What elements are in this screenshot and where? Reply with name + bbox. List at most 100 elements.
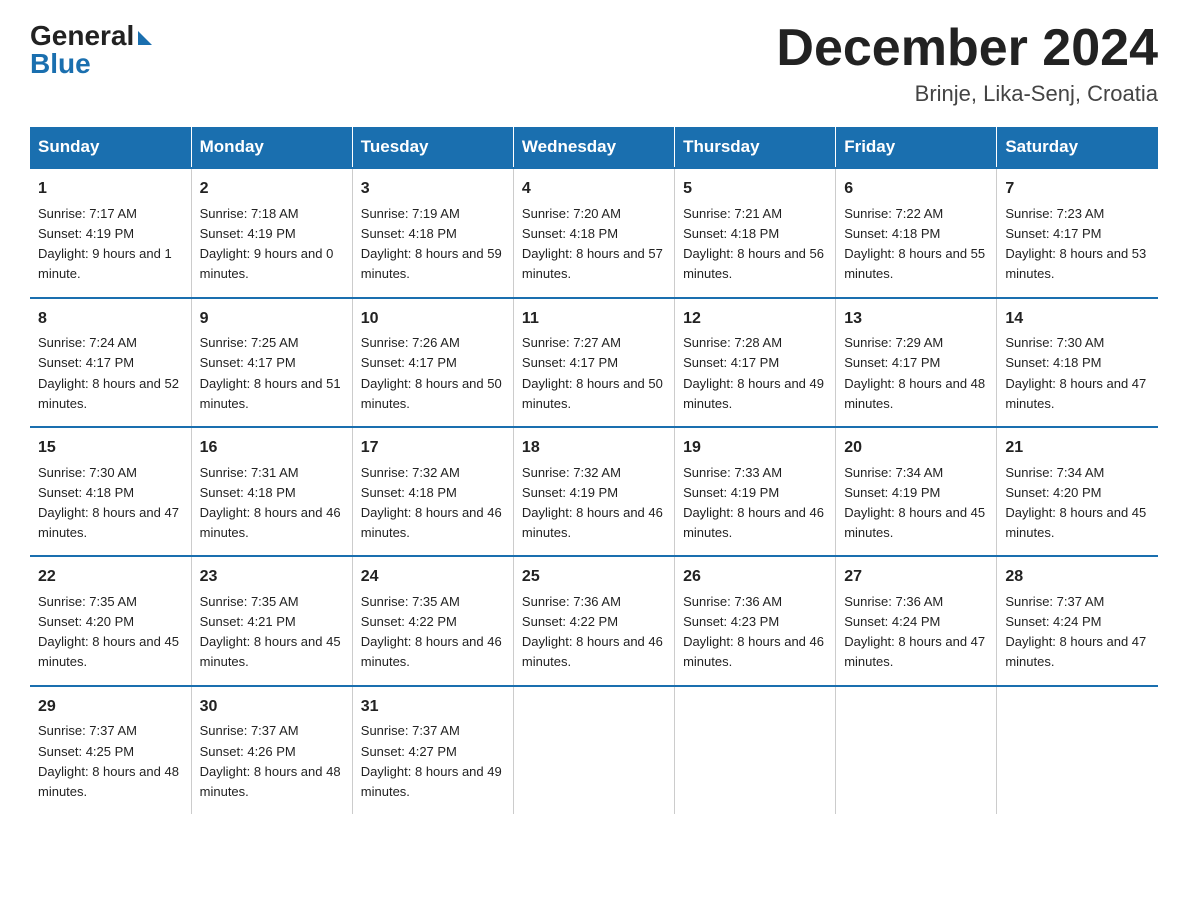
day-number: 12 xyxy=(683,307,827,332)
day-number: 16 xyxy=(200,436,344,461)
day-info: Sunrise: 7:33 AMSunset: 4:19 PMDaylight:… xyxy=(683,463,827,544)
table-row: 2Sunrise: 7:18 AMSunset: 4:19 PMDaylight… xyxy=(191,168,352,297)
day-info: Sunrise: 7:29 AMSunset: 4:17 PMDaylight:… xyxy=(844,333,988,414)
table-row: 29Sunrise: 7:37 AMSunset: 4:25 PMDayligh… xyxy=(30,686,191,814)
day-number: 20 xyxy=(844,436,988,461)
day-info: Sunrise: 7:37 AMSunset: 4:27 PMDaylight:… xyxy=(361,721,505,802)
day-info: Sunrise: 7:32 AMSunset: 4:19 PMDaylight:… xyxy=(522,463,666,544)
table-row: 28Sunrise: 7:37 AMSunset: 4:24 PMDayligh… xyxy=(997,556,1158,685)
calendar-week-row: 29Sunrise: 7:37 AMSunset: 4:25 PMDayligh… xyxy=(30,686,1158,814)
day-number: 15 xyxy=(38,436,183,461)
table-row: 4Sunrise: 7:20 AMSunset: 4:18 PMDaylight… xyxy=(513,168,674,297)
day-info: Sunrise: 7:36 AMSunset: 4:24 PMDaylight:… xyxy=(844,592,988,673)
table-row: 9Sunrise: 7:25 AMSunset: 4:17 PMDaylight… xyxy=(191,298,352,427)
day-number: 3 xyxy=(361,177,505,202)
calendar-table: Sunday Monday Tuesday Wednesday Thursday… xyxy=(30,127,1158,814)
table-row: 27Sunrise: 7:36 AMSunset: 4:24 PMDayligh… xyxy=(836,556,997,685)
day-number: 17 xyxy=(361,436,505,461)
table-row xyxy=(997,686,1158,814)
day-number: 28 xyxy=(1005,565,1150,590)
table-row: 13Sunrise: 7:29 AMSunset: 4:17 PMDayligh… xyxy=(836,298,997,427)
day-info: Sunrise: 7:24 AMSunset: 4:17 PMDaylight:… xyxy=(38,333,183,414)
day-info: Sunrise: 7:34 AMSunset: 4:20 PMDaylight:… xyxy=(1005,463,1150,544)
title-block: December 2024 Brinje, Lika-Senj, Croatia xyxy=(776,20,1158,107)
day-number: 14 xyxy=(1005,307,1150,332)
col-sunday: Sunday xyxy=(30,127,191,168)
table-row: 3Sunrise: 7:19 AMSunset: 4:18 PMDaylight… xyxy=(352,168,513,297)
day-number: 4 xyxy=(522,177,666,202)
day-number: 9 xyxy=(200,307,344,332)
day-info: Sunrise: 7:37 AMSunset: 4:25 PMDaylight:… xyxy=(38,721,183,802)
day-number: 26 xyxy=(683,565,827,590)
day-number: 6 xyxy=(844,177,988,202)
table-row: 11Sunrise: 7:27 AMSunset: 4:17 PMDayligh… xyxy=(513,298,674,427)
day-number: 8 xyxy=(38,307,183,332)
day-info: Sunrise: 7:20 AMSunset: 4:18 PMDaylight:… xyxy=(522,204,666,285)
table-row: 12Sunrise: 7:28 AMSunset: 4:17 PMDayligh… xyxy=(675,298,836,427)
col-thursday: Thursday xyxy=(675,127,836,168)
day-info: Sunrise: 7:35 AMSunset: 4:20 PMDaylight:… xyxy=(38,592,183,673)
day-info: Sunrise: 7:36 AMSunset: 4:22 PMDaylight:… xyxy=(522,592,666,673)
table-row: 22Sunrise: 7:35 AMSunset: 4:20 PMDayligh… xyxy=(30,556,191,685)
day-info: Sunrise: 7:37 AMSunset: 4:26 PMDaylight:… xyxy=(200,721,344,802)
day-number: 5 xyxy=(683,177,827,202)
day-number: 24 xyxy=(361,565,505,590)
day-info: Sunrise: 7:35 AMSunset: 4:22 PMDaylight:… xyxy=(361,592,505,673)
day-number: 21 xyxy=(1005,436,1150,461)
calendar-header-row: Sunday Monday Tuesday Wednesday Thursday… xyxy=(30,127,1158,168)
table-row: 31Sunrise: 7:37 AMSunset: 4:27 PMDayligh… xyxy=(352,686,513,814)
day-number: 27 xyxy=(844,565,988,590)
day-number: 22 xyxy=(38,565,183,590)
table-row: 21Sunrise: 7:34 AMSunset: 4:20 PMDayligh… xyxy=(997,427,1158,556)
table-row: 18Sunrise: 7:32 AMSunset: 4:19 PMDayligh… xyxy=(513,427,674,556)
logo: General Blue xyxy=(30,20,152,80)
day-info: Sunrise: 7:30 AMSunset: 4:18 PMDaylight:… xyxy=(1005,333,1150,414)
day-info: Sunrise: 7:27 AMSunset: 4:17 PMDaylight:… xyxy=(522,333,666,414)
day-number: 11 xyxy=(522,307,666,332)
day-number: 2 xyxy=(200,177,344,202)
day-number: 19 xyxy=(683,436,827,461)
table-row: 14Sunrise: 7:30 AMSunset: 4:18 PMDayligh… xyxy=(997,298,1158,427)
logo-blue-text: Blue xyxy=(30,48,91,80)
table-row: 10Sunrise: 7:26 AMSunset: 4:17 PMDayligh… xyxy=(352,298,513,427)
table-row: 17Sunrise: 7:32 AMSunset: 4:18 PMDayligh… xyxy=(352,427,513,556)
table-row xyxy=(836,686,997,814)
location: Brinje, Lika-Senj, Croatia xyxy=(776,81,1158,107)
page-header: General Blue December 2024 Brinje, Lika-… xyxy=(30,20,1158,107)
day-info: Sunrise: 7:34 AMSunset: 4:19 PMDaylight:… xyxy=(844,463,988,544)
table-row xyxy=(513,686,674,814)
table-row: 16Sunrise: 7:31 AMSunset: 4:18 PMDayligh… xyxy=(191,427,352,556)
day-number: 18 xyxy=(522,436,666,461)
calendar-week-row: 22Sunrise: 7:35 AMSunset: 4:20 PMDayligh… xyxy=(30,556,1158,685)
day-number: 25 xyxy=(522,565,666,590)
day-info: Sunrise: 7:26 AMSunset: 4:17 PMDaylight:… xyxy=(361,333,505,414)
day-info: Sunrise: 7:17 AMSunset: 4:19 PMDaylight:… xyxy=(38,204,183,285)
calendar-week-row: 1Sunrise: 7:17 AMSunset: 4:19 PMDaylight… xyxy=(30,168,1158,297)
table-row: 6Sunrise: 7:22 AMSunset: 4:18 PMDaylight… xyxy=(836,168,997,297)
day-number: 29 xyxy=(38,695,183,720)
table-row: 15Sunrise: 7:30 AMSunset: 4:18 PMDayligh… xyxy=(30,427,191,556)
table-row: 20Sunrise: 7:34 AMSunset: 4:19 PMDayligh… xyxy=(836,427,997,556)
table-row: 25Sunrise: 7:36 AMSunset: 4:22 PMDayligh… xyxy=(513,556,674,685)
day-info: Sunrise: 7:31 AMSunset: 4:18 PMDaylight:… xyxy=(200,463,344,544)
table-row xyxy=(675,686,836,814)
table-row: 7Sunrise: 7:23 AMSunset: 4:17 PMDaylight… xyxy=(997,168,1158,297)
table-row: 8Sunrise: 7:24 AMSunset: 4:17 PMDaylight… xyxy=(30,298,191,427)
table-row: 24Sunrise: 7:35 AMSunset: 4:22 PMDayligh… xyxy=(352,556,513,685)
table-row: 19Sunrise: 7:33 AMSunset: 4:19 PMDayligh… xyxy=(675,427,836,556)
calendar-week-row: 15Sunrise: 7:30 AMSunset: 4:18 PMDayligh… xyxy=(30,427,1158,556)
table-row: 23Sunrise: 7:35 AMSunset: 4:21 PMDayligh… xyxy=(191,556,352,685)
table-row: 5Sunrise: 7:21 AMSunset: 4:18 PMDaylight… xyxy=(675,168,836,297)
day-info: Sunrise: 7:25 AMSunset: 4:17 PMDaylight:… xyxy=(200,333,344,414)
day-info: Sunrise: 7:21 AMSunset: 4:18 PMDaylight:… xyxy=(683,204,827,285)
table-row: 26Sunrise: 7:36 AMSunset: 4:23 PMDayligh… xyxy=(675,556,836,685)
month-title: December 2024 xyxy=(776,20,1158,77)
day-info: Sunrise: 7:35 AMSunset: 4:21 PMDaylight:… xyxy=(200,592,344,673)
day-number: 1 xyxy=(38,177,183,202)
col-tuesday: Tuesday xyxy=(352,127,513,168)
col-saturday: Saturday xyxy=(997,127,1158,168)
day-info: Sunrise: 7:19 AMSunset: 4:18 PMDaylight:… xyxy=(361,204,505,285)
col-friday: Friday xyxy=(836,127,997,168)
day-info: Sunrise: 7:37 AMSunset: 4:24 PMDaylight:… xyxy=(1005,592,1150,673)
day-number: 10 xyxy=(361,307,505,332)
